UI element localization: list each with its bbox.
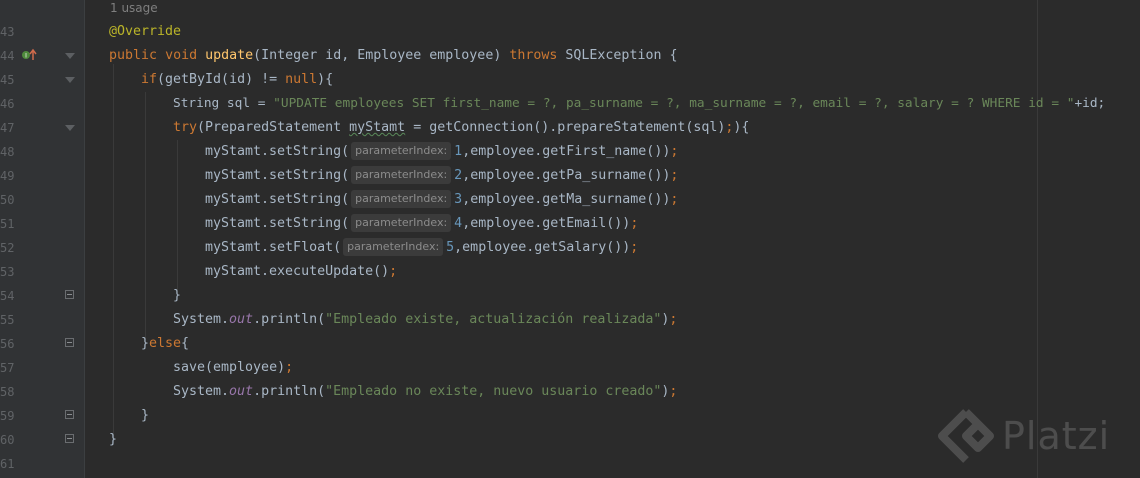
code-text[interactable]: save(employee); [173, 356, 293, 380]
line-number: 45 [0, 73, 15, 87]
code-line[interactable]: 53 myStamt.executeUpdate(); [0, 260, 1140, 284]
parameter-hint: parameterIndex: [351, 166, 452, 184]
code-text[interactable]: } [109, 428, 117, 452]
code-line[interactable]: 46 String sql = "UPDATE employees SET fi… [0, 92, 1140, 116]
line-number: 55 [0, 313, 15, 327]
code-line[interactable]: 45 if(getById(id) != null){ [0, 68, 1140, 92]
line-number: 46 [0, 97, 15, 111]
code-text[interactable]: if(getById(id) != null){ [141, 68, 333, 92]
line-number: 50 [0, 193, 15, 207]
code-line[interactable]: 56 }else{ [0, 332, 1140, 356]
code-line[interactable]: 51 myStamt.setString(parameterIndex: 4,em… [0, 212, 1140, 236]
code-text[interactable]: myStamt.setString(parameterIndex: 4,emplo… [205, 212, 638, 236]
code-line[interactable]: 54 } [0, 284, 1140, 308]
code-line[interactable]: 58 System.out.println("Empleado no exist… [0, 380, 1140, 404]
parameter-hint: parameterIndex: [351, 214, 452, 232]
code-text[interactable]: try(PreparedStatement myStamt = getConne… [173, 116, 749, 140]
code-line[interactable]: 52 myStamt.setFloat(parameterIndex: 5,emp… [0, 236, 1140, 260]
code-line[interactable]: 49 myStamt.setString(parameterIndex: 2,em… [0, 164, 1140, 188]
code-text[interactable]: System.out.println("Empleado no existe, … [173, 380, 677, 404]
parameter-hint: parameterIndex: [343, 238, 444, 256]
line-number: 57 [0, 361, 15, 375]
parameter-hint: parameterIndex: [351, 190, 452, 208]
code-text[interactable]: myStamt.setFloat(parameterIndex: 5,employ… [205, 236, 638, 260]
platzi-watermark: Platzi [938, 408, 1138, 468]
line-number: 47 [0, 121, 15, 135]
line-number: 61 [0, 457, 15, 471]
line-number: 49 [0, 169, 15, 183]
code-text[interactable]: myStamt.executeUpdate(); [205, 260, 397, 284]
line-number: 43 [0, 25, 15, 39]
code-text[interactable]: myStamt.setString(parameterIndex: 2,emplo… [205, 164, 678, 188]
watermark-text: Platzi [1002, 414, 1111, 458]
line-number: 58 [0, 385, 15, 399]
code-text[interactable]: String sql = "UPDATE employees SET first… [173, 92, 1105, 116]
line-number: 60 [0, 433, 15, 447]
code-line[interactable]: 55 System.out.println("Empleado existe, … [0, 308, 1140, 332]
code-line[interactable]: 43 @Override [0, 20, 1140, 44]
code-text[interactable]: @Override [109, 20, 181, 44]
line-number: 51 [0, 217, 15, 231]
code-line[interactable]: 57 save(employee); [0, 356, 1140, 380]
code-line[interactable]: 48 myStamt.setString(parameterIndex: 1,em… [0, 140, 1140, 164]
line-number: 44 [0, 49, 15, 63]
usage-hint[interactable]: 1 usage [110, 0, 158, 16]
code-line[interactable]: 47 try(PreparedStatement myStamt = getCo… [0, 116, 1140, 140]
code-text[interactable]: myStamt.setString(parameterIndex: 1,emplo… [205, 140, 678, 164]
line-number: 59 [0, 409, 15, 423]
line-number: 48 [0, 145, 15, 159]
parameter-hint: parameterIndex: [351, 142, 452, 160]
platzi-logo-icon [938, 409, 994, 463]
code-text[interactable]: public void update(Integer id, Employee … [109, 44, 677, 68]
line-number: 54 [0, 289, 15, 303]
code-text[interactable]: myStamt.setString(parameterIndex: 3,emplo… [205, 188, 678, 212]
line-number: 53 [0, 265, 15, 279]
code-text[interactable]: System.out.println("Empleado existe, act… [173, 308, 677, 332]
code-text[interactable]: }else{ [141, 332, 189, 356]
code-text[interactable]: } [141, 404, 149, 428]
code-line[interactable]: 44 public void update(Integer id, Employ… [0, 44, 1140, 68]
line-number: 56 [0, 337, 15, 351]
line-number: 52 [0, 241, 15, 255]
code-line[interactable]: 50 myStamt.setString(parameterIndex: 3,em… [0, 188, 1140, 212]
code-text[interactable]: } [173, 284, 181, 308]
